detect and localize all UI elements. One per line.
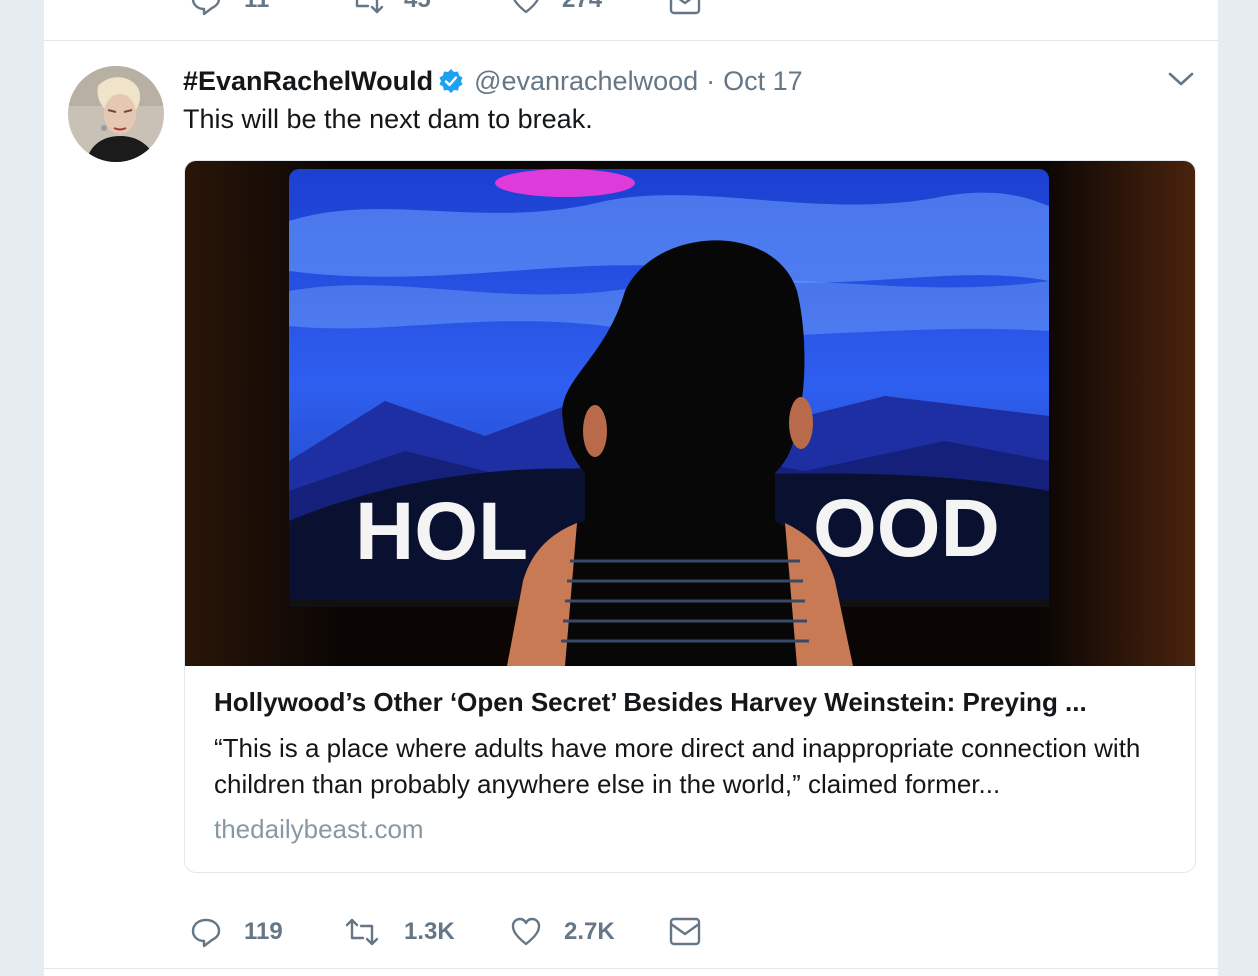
retweet-count: 45: [404, 0, 431, 14]
header-separator: ·: [706, 65, 716, 96]
tweet-header: #EvanRachelWould @evanrachelwood · Oct 1…: [183, 64, 803, 98]
card-image[interactable]: HOL OOD: [185, 161, 1195, 666]
like-icon: [510, 0, 542, 16]
svg-text:OOD: OOD: [813, 483, 1000, 574]
like-button[interactable]: 274: [510, 0, 602, 16]
retweet-icon: [350, 0, 384, 16]
reply-icon: [190, 916, 222, 948]
retweet-icon: [344, 916, 380, 948]
previous-tweet-actions: 11 45 274: [44, 0, 1218, 40]
card-description: “This is a place where adults have more …: [214, 733, 1141, 799]
hollywood-sign: HOL: [355, 486, 528, 577]
card-body: Hollywood’s Other ‘Open Secret’ Besides …: [214, 687, 1174, 845]
tweet-options-button[interactable]: [1166, 66, 1196, 96]
reply-count: 11: [244, 0, 269, 14]
reply-button[interactable]: 11: [190, 0, 269, 16]
card-domain: thedailybeast.com: [214, 814, 424, 844]
tweet-timestamp[interactable]: Oct 17: [723, 66, 803, 97]
avatar[interactable]: [68, 66, 164, 162]
author-handle[interactable]: @evanrachelwood: [474, 66, 698, 97]
like-count: 2.7K: [564, 918, 615, 945]
retweet-button[interactable]: 45: [350, 0, 431, 16]
reply-icon: [190, 0, 222, 16]
like-count: 274: [562, 0, 602, 14]
retweet-count: 1.3K: [404, 918, 455, 945]
reply-count: 119: [244, 918, 283, 945]
card-title[interactable]: Hollywood’s Other ‘Open Secret’ Besides …: [214, 687, 1174, 718]
direct-message-button[interactable]: [668, 0, 702, 16]
timeline: 11 45 274: [44, 0, 1218, 976]
direct-message-icon: [668, 916, 702, 948]
retweet-button[interactable]: 1.3K: [344, 916, 455, 948]
author-display-name[interactable]: #EvanRachelWould: [183, 66, 433, 97]
chevron-down-icon: [1168, 71, 1194, 92]
like-button[interactable]: 2.7K: [510, 916, 615, 948]
verified-badge-icon: [438, 68, 464, 94]
direct-message-button[interactable]: [668, 916, 702, 948]
like-icon: [510, 916, 542, 948]
direct-message-icon: [668, 0, 702, 16]
tweet-divider: [44, 40, 1218, 41]
link-card[interactable]: HOL OOD Hollywood’s Other ‘Open Secret’ …: [184, 160, 1196, 873]
tweet-divider: [44, 968, 1218, 969]
reply-button[interactable]: 119: [190, 916, 283, 948]
tweet-text: This will be the next dam to break.: [183, 104, 593, 134]
